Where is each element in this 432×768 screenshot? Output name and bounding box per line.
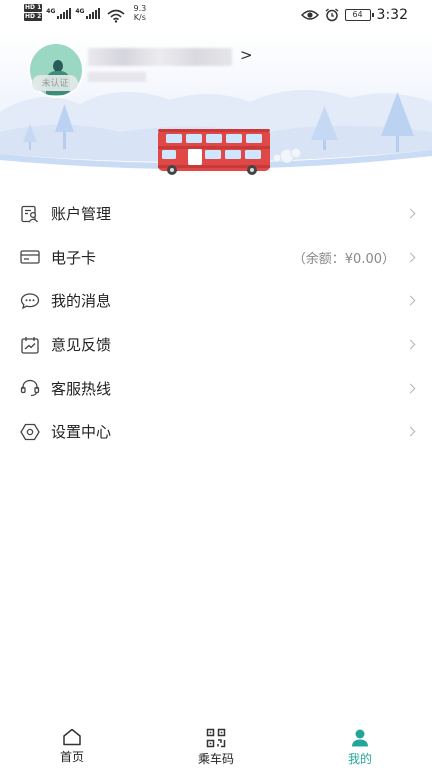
menu-item-hotline[interactable]: 客服热线: [0, 366, 432, 410]
signal-icon-1: 4G: [46, 8, 72, 19]
status-bar: HD 1 HD 2 4G 4G 9.3 K/s 64 3:32: [0, 0, 432, 32]
status-right: 64 3:32: [300, 7, 408, 23]
message-icon: [20, 291, 40, 311]
home-icon: [63, 728, 81, 746]
status-left: HD 1 HD 2 4G 4G 9.3 K/s: [24, 4, 146, 23]
clock: 3:32: [376, 7, 408, 23]
profile-header: 未认证 >: [0, 32, 432, 192]
tab-home[interactable]: 首页: [0, 720, 144, 768]
menu-item-feedback[interactable]: 意见反馈: [0, 323, 432, 367]
chevron-right-icon: [405, 252, 416, 263]
tab-label: 我的: [347, 752, 372, 766]
ecard-balance: （余额：¥0.00）: [292, 251, 395, 267]
bottom-tab-bar: 首页 乘车码 我的: [0, 720, 432, 768]
qr-code-icon: [206, 728, 226, 748]
signal-icon-2: 4G: [75, 8, 101, 19]
tab-label: 首页: [59, 750, 84, 764]
tab-mine[interactable]: 我的: [288, 720, 432, 768]
menu-item-settings[interactable]: 设置中心: [0, 410, 432, 454]
tab-label: 乘车码: [197, 752, 234, 766]
alarm-icon: [325, 8, 338, 22]
bus-illustration: [158, 129, 270, 175]
user-sub-redacted: [88, 72, 146, 82]
battery-level: 64: [352, 10, 363, 19]
battery-icon: 64: [344, 9, 374, 21]
feedback-icon: [20, 335, 40, 355]
menu-label: 设置中心: [51, 423, 112, 442]
menu-item-account[interactable]: 账户管理: [0, 192, 432, 236]
hd-indicator-1: HD 1: [24, 4, 43, 12]
tab-qr-code[interactable]: 乘车码: [144, 720, 288, 768]
user-name-redacted[interactable]: [88, 48, 232, 66]
eye-icon: [300, 10, 319, 20]
network-speed: 9.3 K/s: [133, 4, 147, 22]
menu-item-ecard[interactable]: 电子卡 （余额：¥0.00）: [0, 236, 432, 280]
chevron-right-icon: [405, 426, 416, 437]
headset-icon: [20, 378, 40, 398]
menu-label: 客服热线: [51, 379, 112, 398]
menu-label: 账户管理: [51, 205, 112, 224]
chevron-right-icon: [405, 208, 416, 219]
chevron-right-icon: [405, 296, 416, 306]
user-icon: [352, 729, 368, 747]
wifi-icon: [107, 9, 126, 23]
menu-label: 我的消息: [51, 292, 112, 311]
account-manage-icon: [20, 204, 40, 224]
hd-indicator-2: HD 2: [24, 13, 43, 21]
chevron-right-icon: [405, 339, 416, 350]
chevron-right-icon: [405, 383, 416, 394]
menu-item-messages[interactable]: 我的消息: [0, 279, 432, 323]
card-icon: [20, 247, 40, 267]
settings-icon: [20, 422, 40, 442]
verify-status-badge: 未认证: [32, 75, 78, 91]
menu-list: 账户管理 电子卡 （余额：¥0.00） 我的消息 意见反馈 客服热线 设置中心: [0, 192, 432, 454]
profile-arrow[interactable]: >: [240, 46, 253, 64]
menu-label: 电子卡: [51, 248, 97, 267]
menu-label: 意见反馈: [51, 336, 112, 355]
